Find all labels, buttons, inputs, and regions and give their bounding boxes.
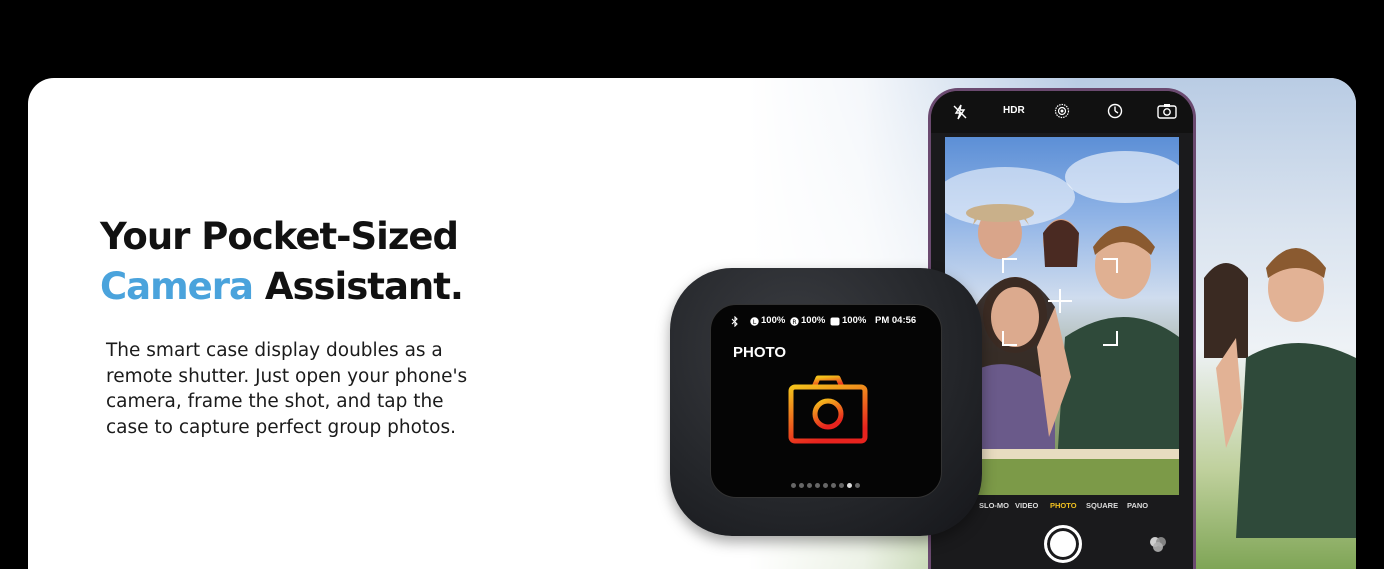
page-dot: [823, 483, 828, 488]
page-dot: [799, 483, 804, 488]
case-battery: 100%: [842, 315, 867, 326]
body-copy-line: camera, frame the shot, and tap the: [106, 391, 444, 412]
left-earbud-icon: L: [750, 317, 759, 326]
body-copy-line: remote shutter. Just open your phone's: [106, 365, 468, 387]
lens-switch-icon[interactable]: [1147, 533, 1169, 555]
page-dot: [791, 483, 796, 488]
flash-off-icon[interactable]: [953, 104, 967, 120]
mode-video[interactable]: VIDEO: [1015, 501, 1038, 510]
page-dot: [839, 483, 844, 488]
camera-icon[interactable]: [787, 373, 869, 445]
camera-switch-icon[interactable]: [1157, 103, 1177, 119]
headline: Your Pocket-Sized Camera Assistant.: [100, 212, 520, 312]
body-copy: The smart case display doubles as a remo…: [106, 338, 546, 440]
background-group-photo: [1204, 248, 1356, 538]
body-copy-line: case to capture perfect group photos.: [106, 416, 456, 438]
live-photo-icon[interactable]: [1054, 103, 1070, 119]
body-copy-line: The smart case display doubles as a: [106, 340, 443, 361]
camera-top-bar: HDR: [931, 91, 1193, 133]
bluetooth-icon: [731, 316, 738, 327]
mode-photo[interactable]: PHOTO: [1050, 501, 1077, 510]
case-display[interactable]: L 100% R 100% 100% PM 04:56 PHOTO: [710, 304, 942, 498]
headline-accent: Camera: [100, 265, 254, 308]
case-clock: PM 04:56: [875, 315, 917, 326]
page-dot: [847, 483, 852, 488]
hero-card: Your Pocket-Sized Camera Assistant. The …: [28, 78, 1356, 569]
headline-rest: Assistant.: [252, 265, 464, 308]
mode-square[interactable]: SQUARE: [1086, 501, 1118, 510]
case-page-dots: [791, 483, 871, 489]
page-dot: [807, 483, 812, 488]
hdr-toggle[interactable]: HDR: [1003, 105, 1025, 116]
page-dot: [831, 483, 836, 488]
page: Your Pocket-Sized Camera Assistant. The …: [0, 0, 1384, 569]
right-earbud-icon: R: [790, 317, 799, 326]
page-dot: [815, 483, 820, 488]
smart-case: L 100% R 100% 100% PM 04:56 PHOTO: [670, 268, 982, 536]
left-earbud-battery: 100%: [761, 315, 786, 326]
timer-icon[interactable]: [1107, 103, 1123, 119]
case-status-bar: L 100% R 100% 100% PM 04:56: [711, 315, 941, 329]
headline-line-1: Your Pocket-Sized: [100, 215, 459, 258]
case-mode-label: PHOTO: [733, 344, 787, 361]
case-battery-icon: [830, 317, 840, 326]
headline-line-2: Camera Assistant.: [100, 262, 520, 312]
svg-text:R: R: [792, 319, 796, 326]
mode-slomo[interactable]: SLO-MO: [979, 501, 1009, 510]
page-dot: [855, 483, 860, 488]
right-earbud-battery: 100%: [801, 315, 826, 326]
mode-pano[interactable]: PANO: [1127, 501, 1148, 510]
shutter-button[interactable]: [1044, 525, 1082, 563]
